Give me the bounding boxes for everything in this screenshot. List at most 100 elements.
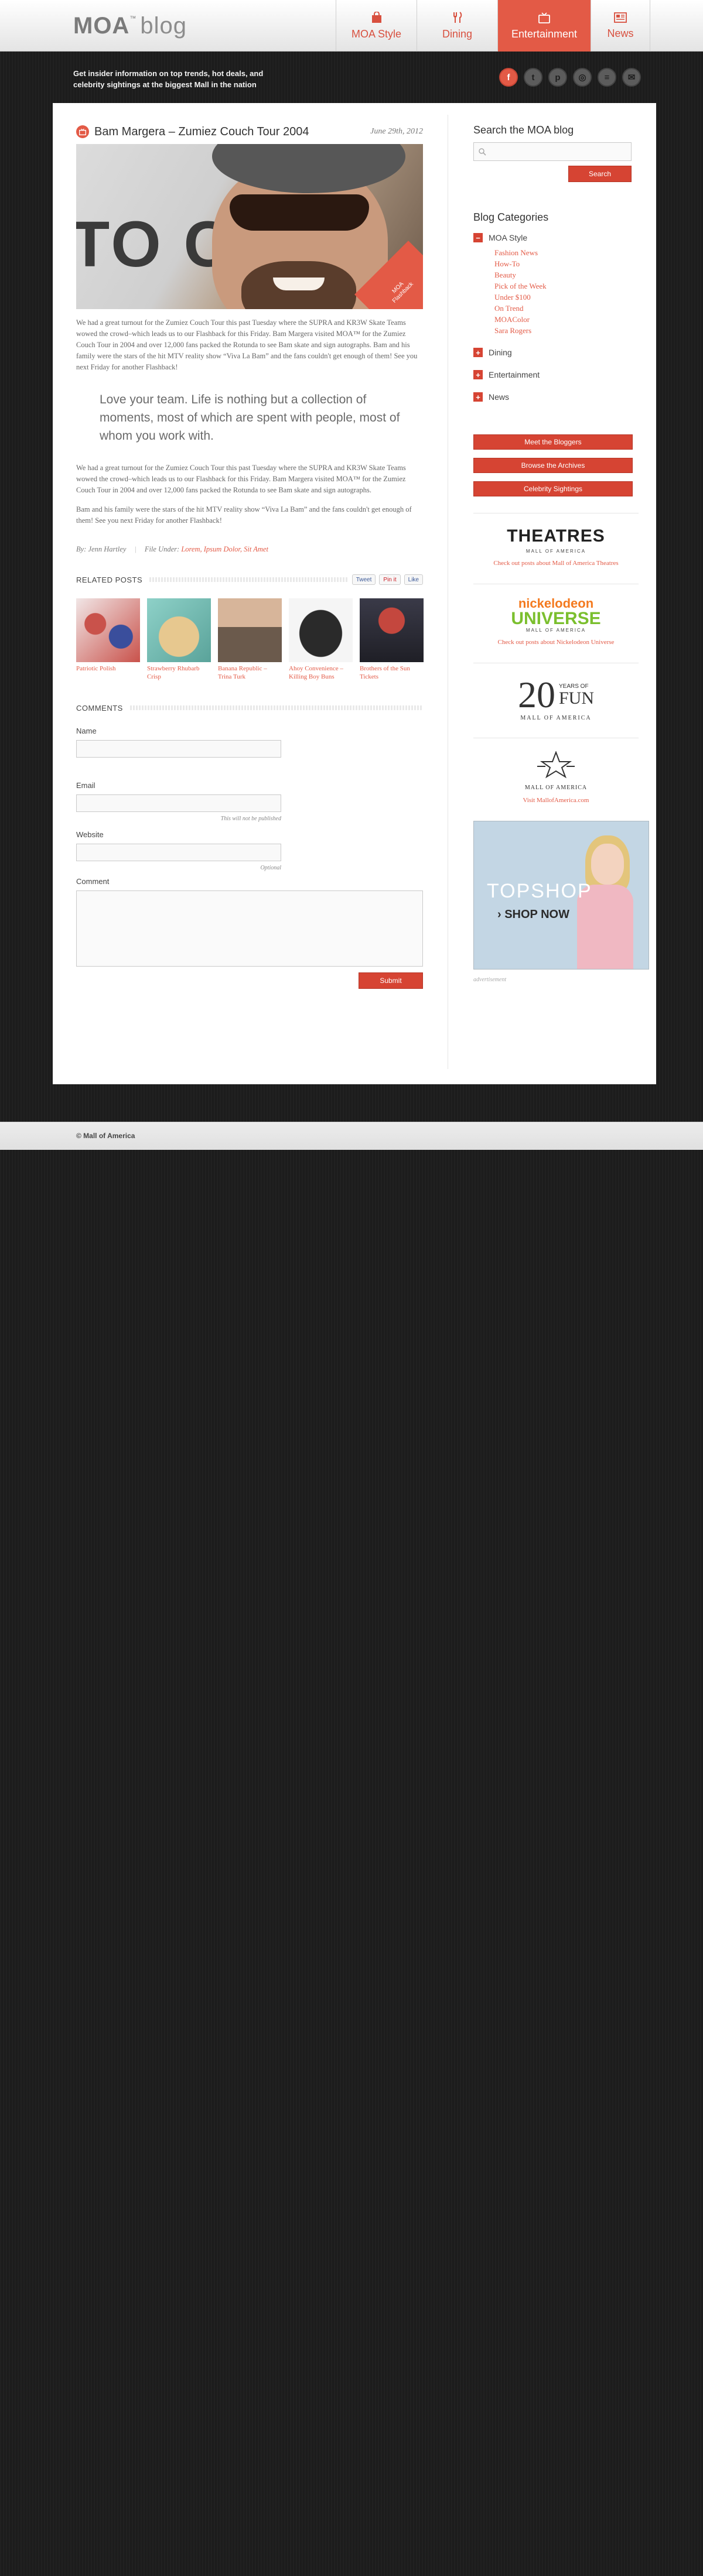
category-label[interactable]: MOA Style xyxy=(489,233,527,242)
comment-label: Comment xyxy=(76,877,110,886)
email-hint: This will not be published xyxy=(220,816,281,822)
ad-brand: TOPSHOP xyxy=(487,880,592,902)
tweet-button[interactable]: Tweet xyxy=(352,574,376,585)
website-label: Website xyxy=(76,830,104,839)
related-post-thumbnail[interactable] xyxy=(360,598,424,662)
post-pullquote: Love your team. Life is nothing but a co… xyxy=(100,393,400,443)
related-post-item[interactable]: Banana Republic – Trina Turk xyxy=(218,598,282,681)
nav-label: Entertainment xyxy=(511,28,578,40)
nav-entertainment[interactable]: Entertainment xyxy=(497,0,591,52)
related-posts-header: RELATED POSTS Tweet Pin it Like xyxy=(76,574,423,585)
email-icon[interactable]: ✉ xyxy=(622,68,641,87)
related-post-thumbnail[interactable] xyxy=(289,598,353,662)
moa-blog-logo[interactable]: MOA™ blog xyxy=(73,13,187,39)
related-post-title[interactable]: Strawberry Rhubarb Crisp xyxy=(147,664,211,681)
expand-icon[interactable]: + xyxy=(473,392,483,402)
post-paragraph: We had a great turnout for the Zumiez Co… xyxy=(76,464,406,494)
related-post-title[interactable]: Patriotic Polish xyxy=(76,664,140,673)
name-field[interactable] xyxy=(76,740,281,758)
nav-dining[interactable]: Dining xyxy=(417,0,497,52)
social-links: f t p ◎ ≡ ✉ xyxy=(499,68,641,87)
subcategory-link[interactable]: MOAColor xyxy=(494,314,639,325)
subcategory-link[interactable]: How-To xyxy=(494,258,639,269)
browse-archives-button[interactable]: Browse the Archives xyxy=(473,458,633,473)
nav-moa-style[interactable]: MOA Style xyxy=(336,0,417,52)
post-title[interactable]: Bam Margera – Zumiez Couch Tour 2004 xyxy=(94,125,309,139)
instagram-icon[interactable]: ◎ xyxy=(573,68,592,87)
promo-20-years[interactable]: 20 YEARS OF FUN MALL OF AMERICA xyxy=(473,663,639,721)
20-years-logo: 20 YEARS OF FUN xyxy=(473,676,639,714)
subcategory-link[interactable]: Beauty xyxy=(494,269,639,280)
subcategory-link[interactable]: Fashion News xyxy=(494,247,639,258)
category-entertainment[interactable]: + Entertainment xyxy=(473,369,639,381)
category-label[interactable]: Entertainment xyxy=(489,370,540,379)
name-label: Name xyxy=(76,727,97,735)
website-field[interactable] xyxy=(76,844,281,861)
rss-icon[interactable]: ≡ xyxy=(598,68,616,87)
category-moa-style[interactable]: − MOA Style xyxy=(473,232,639,244)
moa-logo-sub: MALL OF AMERICA xyxy=(524,785,588,791)
visit-moa-link[interactable]: Visit MallofAmerica.com xyxy=(473,797,639,804)
nav-label: MOA Style xyxy=(351,28,402,40)
search-box[interactable] xyxy=(473,142,632,161)
like-button[interactable]: Like xyxy=(404,574,423,585)
site-header: MOA™ blog MOA Style Dining Entertainment … xyxy=(0,0,703,52)
content-card: Bam Margera – Zumiez Couch Tour 2004 Jun… xyxy=(53,103,656,1084)
post-header: Bam Margera – Zumiez Couch Tour 2004 Jun… xyxy=(76,124,423,139)
ad-cta[interactable]: › SHOP NOW xyxy=(497,908,569,922)
search-input[interactable] xyxy=(474,143,631,160)
meet-the-bloggers-button[interactable]: Meet the Bloggers xyxy=(473,434,633,450)
nav-label: News xyxy=(607,27,634,39)
topshop-ad[interactable]: TOPSHOP › SHOP NOW xyxy=(473,821,649,970)
expand-icon[interactable]: + xyxy=(473,370,483,379)
comment-textarea[interactable] xyxy=(76,890,423,967)
submit-button[interactable]: Submit xyxy=(359,972,423,989)
newspaper-icon xyxy=(614,12,627,23)
search-button[interactable]: Search xyxy=(568,166,632,182)
collapse-icon[interactable]: − xyxy=(473,233,483,242)
nickelodeon-posts-link[interactable]: Check out posts about Nickelodeon Univer… xyxy=(473,639,639,646)
advertisement-label: advertisement xyxy=(473,977,507,983)
shopping-bag-icon xyxy=(371,11,381,23)
celebrity-sightings-button[interactable]: Celebrity Sightings xyxy=(473,481,633,496)
post-paragraph: We had a great turnout for the Zumiez Co… xyxy=(76,318,418,371)
category-label[interactable]: News xyxy=(489,392,509,402)
theatres-posts-link[interactable]: Check out posts about Mall of America Th… xyxy=(473,560,639,567)
related-post-thumbnail[interactable] xyxy=(147,598,211,662)
related-post-item[interactable]: Ahoy Convenience – Killing Boy Buns xyxy=(289,598,353,681)
logo-trademark: ™ xyxy=(129,15,137,22)
promo-theatres[interactable]: THEATRES MALL OF AMERICA Check out posts… xyxy=(473,513,639,567)
nav-news[interactable]: News xyxy=(591,0,650,52)
post-paragraph: Bam and his family were the stars of the… xyxy=(76,505,412,525)
category-news[interactable]: + News xyxy=(473,391,639,403)
subcategory-link[interactable]: On Trend xyxy=(494,303,639,314)
nickelodeon-logo: nickelodeon xyxy=(518,596,594,611)
related-post-thumbnail[interactable] xyxy=(218,598,282,662)
main-nav: MOA Style Dining Entertainment News xyxy=(336,0,650,52)
promo-mall-of-america[interactable]: MALL OF AMERICA Visit MallofAmerica.com xyxy=(473,738,639,804)
related-post-title[interactable]: Banana Republic – Trina Turk xyxy=(218,664,282,681)
expand-icon[interactable]: + xyxy=(473,348,483,357)
star-logo-icon xyxy=(537,751,575,779)
facebook-icon[interactable]: f xyxy=(499,68,518,87)
related-post-item[interactable]: Strawberry Rhubarb Crisp xyxy=(147,598,211,681)
promo-nickelodeon[interactable]: nickelodeon UNIVERSE MALL OF AMERICA Che… xyxy=(473,584,639,646)
related-post-item[interactable]: Patriotic Polish xyxy=(76,598,140,681)
related-post-item[interactable]: Brothers of the Sun Tickets xyxy=(360,598,424,681)
post-tags-link[interactable]: Lorem, Ipsum Dolor, Sit Amet xyxy=(181,545,268,553)
20-years-fun: FUN xyxy=(558,688,594,708)
related-post-thumbnail[interactable] xyxy=(76,598,140,662)
email-field[interactable] xyxy=(76,794,281,812)
pinterest-icon[interactable]: p xyxy=(548,68,567,87)
twitter-icon[interactable]: t xyxy=(524,68,542,87)
category-label[interactable]: Dining xyxy=(489,348,512,357)
subcategory-link[interactable]: Pick of the Week xyxy=(494,280,639,292)
related-post-title[interactable]: Brothers of the Sun Tickets xyxy=(360,664,424,681)
subcategory-link[interactable]: Under $100 xyxy=(494,292,639,303)
related-post-title[interactable]: Ahoy Convenience – Killing Boy Buns xyxy=(289,664,353,681)
logo-moa-text: MOA xyxy=(73,13,130,39)
comments-header: COMMENTS xyxy=(76,702,423,714)
pin-it-button[interactable]: Pin it xyxy=(379,574,401,585)
category-dining[interactable]: + Dining xyxy=(473,347,639,358)
subcategory-link[interactable]: Sara Rogers xyxy=(494,325,639,336)
